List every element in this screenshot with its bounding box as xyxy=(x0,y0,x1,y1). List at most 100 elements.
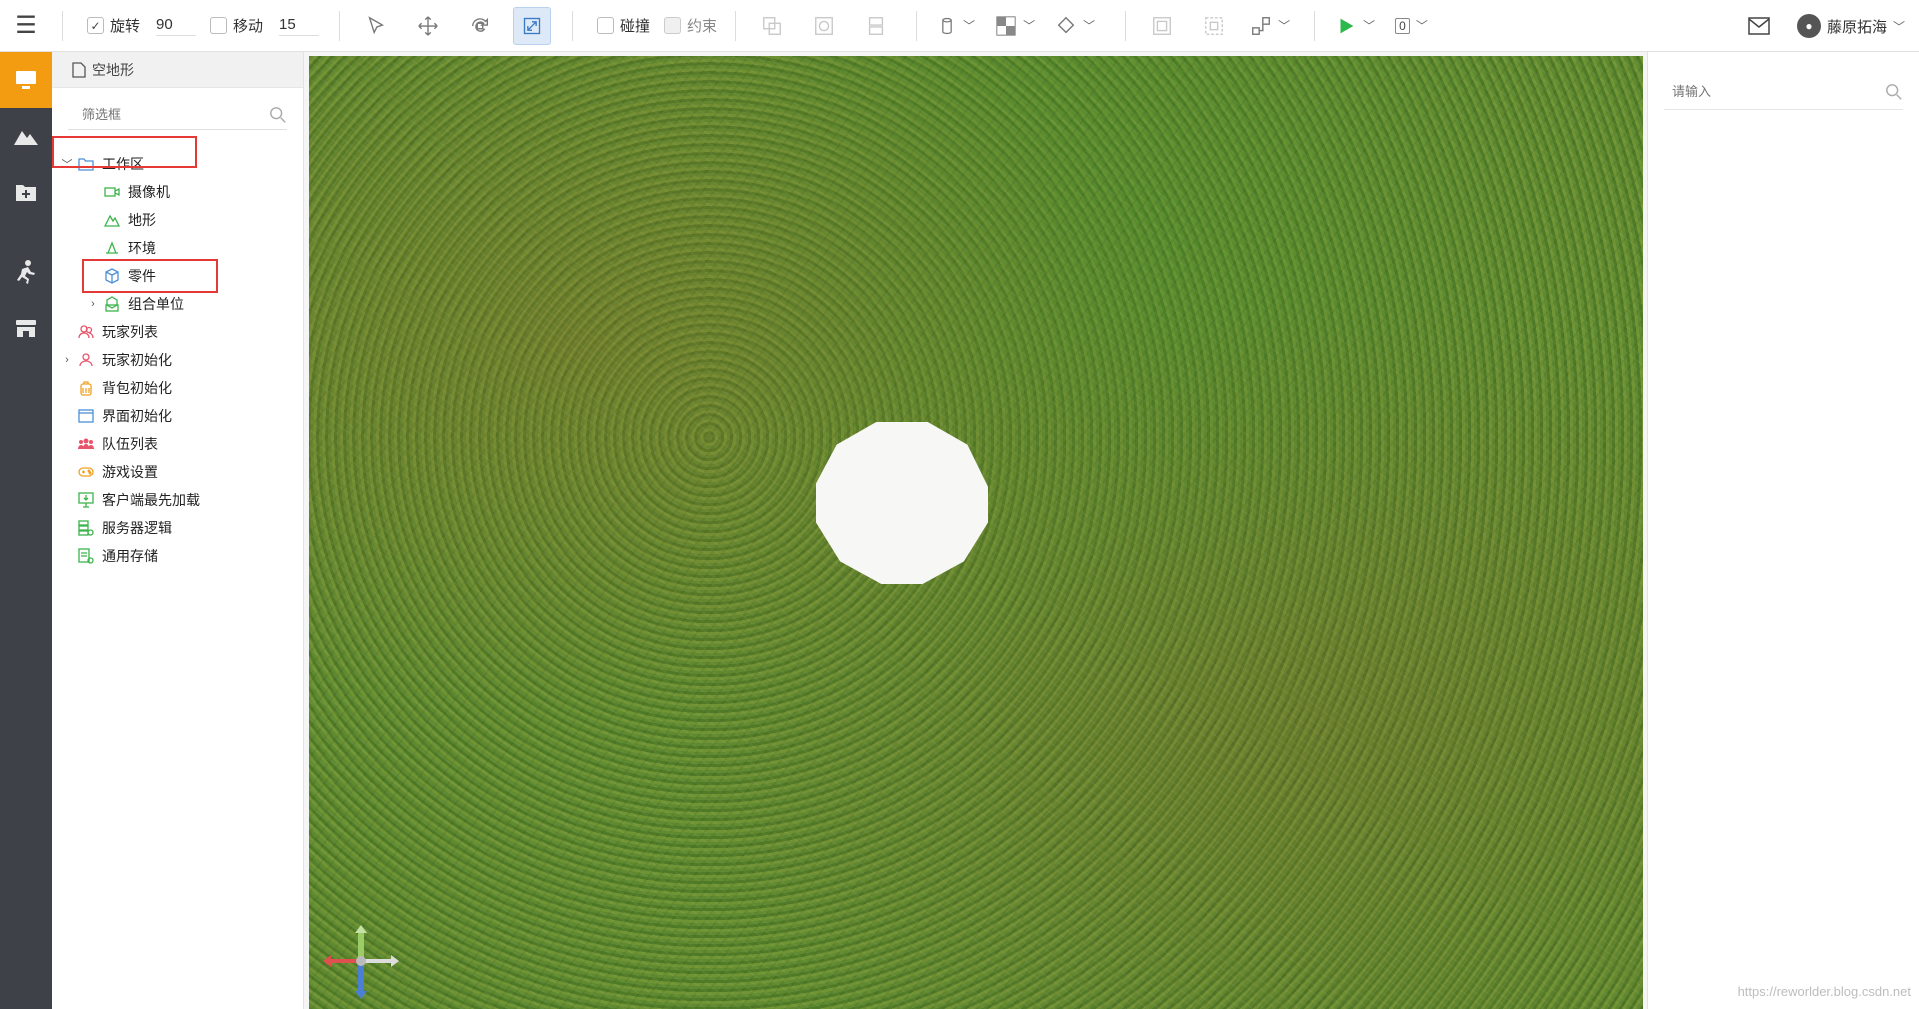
tree-node-backpack-init[interactable]: 背包初始化 xyxy=(52,374,303,402)
tree-node-server-logic[interactable]: 服务器逻辑 xyxy=(52,514,303,542)
mountain-icon xyxy=(14,131,38,145)
left-icon-bar xyxy=(0,52,52,1009)
cylinder-icon xyxy=(942,17,952,34)
toolbar-divider xyxy=(1125,10,1127,41)
rotate-snap-toggle[interactable]: ✓ 旋转 90 xyxy=(87,15,197,36)
select-tool-button[interactable] xyxy=(357,7,395,45)
chevron-down-icon: ﹀ xyxy=(1083,19,1096,33)
scale-tool-button[interactable] xyxy=(513,6,552,45)
move-tool-button[interactable] xyxy=(409,7,447,45)
file-icon xyxy=(72,61,86,78)
selected-part[interactable] xyxy=(816,422,988,584)
material-dropdown[interactable]: ﹀ xyxy=(995,15,1035,37)
tree-node-label: 界面初始化 xyxy=(102,408,172,424)
scene-viewport[interactable] xyxy=(309,56,1643,1009)
tree-node-label: 服务器逻辑 xyxy=(102,520,172,536)
chevron-down-icon[interactable]: ﹀ xyxy=(1893,18,1905,35)
collision-checkbox[interactable] xyxy=(597,17,615,34)
constraint-checkbox[interactable] xyxy=(664,17,682,34)
group-button[interactable] xyxy=(1143,7,1181,45)
storage-icon xyxy=(78,548,94,564)
terrain-nav-button[interactable] xyxy=(0,108,52,164)
toolbar-divider xyxy=(572,10,574,41)
tree-node-parts[interactable]: 零件 xyxy=(52,259,303,293)
tree-node-terrain[interactable]: 地形 xyxy=(52,206,303,234)
tree-node-label: 环境 xyxy=(128,240,156,256)
play-dropdown[interactable]: ﹀ xyxy=(1335,15,1375,37)
chevron-down-icon: ﹀ xyxy=(1278,19,1291,33)
chevron-right-icon[interactable]: › xyxy=(86,298,100,310)
collision-toggle[interactable]: 碰撞 xyxy=(597,15,650,36)
joint-dropdown[interactable]: ﹀ xyxy=(1250,15,1290,37)
search-icon[interactable] xyxy=(1885,83,1903,101)
menu-icon[interactable]: ☰ xyxy=(0,0,52,52)
part-type-dropdown[interactable]: ﹀ xyxy=(937,15,975,37)
tree-node-group-unit[interactable]: › 组合单位 xyxy=(52,290,303,318)
tree-node-common-storage[interactable]: 通用存储 xyxy=(52,542,303,570)
copy-button[interactable] xyxy=(753,7,791,45)
user-name[interactable]: 藤原拓海 xyxy=(1827,16,1887,37)
toolbar-divider xyxy=(62,10,63,41)
chevron-down-icon: ﹀ xyxy=(1415,19,1428,33)
tree-node-label: 游戏设置 xyxy=(102,464,158,480)
store-nav-button[interactable] xyxy=(0,300,52,356)
move-checkbox[interactable] xyxy=(210,17,228,34)
union-button[interactable] xyxy=(805,7,843,45)
explorer-title-bar: 空地形 xyxy=(52,52,303,88)
ungroup-icon xyxy=(1205,16,1224,35)
tree-node-game-settings[interactable]: 游戏设置 xyxy=(52,458,303,486)
filter-input[interactable] xyxy=(82,107,252,122)
explorer-tree: ﹀ 工作区 摄像机 地形 环境 零件 › 组合单位 玩家列表 › 玩家初始化 背… xyxy=(52,136,303,570)
animation-nav-button[interactable] xyxy=(0,244,52,300)
rotate-tool-button[interactable] xyxy=(461,7,499,45)
tree-node-player-init[interactable]: › 玩家初始化 xyxy=(52,346,303,374)
color-dropdown[interactable]: ﹀ xyxy=(1055,15,1095,37)
constraint-label: 约束 xyxy=(687,18,718,35)
top-toolbar: ☰ ✓ 旋转 90 移动 15 碰撞 约束 ﹀ ﹀ ﹀ ﹀ ﹀ 0 ﹀ ● 藤原… xyxy=(0,0,1919,52)
player-count-dropdown[interactable]: 0 ﹀ xyxy=(1395,17,1428,34)
move-snap-toggle[interactable]: 移动 15 xyxy=(210,15,320,36)
avatar[interactable]: ● xyxy=(1796,14,1821,38)
chevron-down-icon: ﹀ xyxy=(1363,19,1376,33)
tree-node-camera[interactable]: 摄像机 xyxy=(52,178,303,206)
separate-button[interactable] xyxy=(857,7,895,45)
highlight-box xyxy=(82,259,218,293)
move-value-input[interactable]: 15 xyxy=(279,16,320,36)
mail-icon[interactable] xyxy=(1747,16,1771,36)
play-icon xyxy=(1340,18,1354,33)
ungroup-button[interactable] xyxy=(1195,7,1233,45)
filter-box[interactable] xyxy=(68,100,287,130)
tree-node-workspace[interactable]: ﹀ 工作区 xyxy=(52,136,303,178)
tree-node-ui-init[interactable]: 界面初始化 xyxy=(52,402,303,430)
union-icon xyxy=(815,16,833,35)
property-search-box[interactable] xyxy=(1664,74,1903,110)
constraint-toggle[interactable]: 约束 xyxy=(664,15,717,36)
material-checker-icon xyxy=(996,15,1016,36)
joint-icon xyxy=(1252,16,1271,35)
properties-panel xyxy=(1647,52,1919,1009)
import-nav-button[interactable] xyxy=(0,164,52,220)
rotate-value-input[interactable]: 90 xyxy=(156,16,197,36)
toolbar-divider xyxy=(1314,10,1316,41)
tree-node-team-list[interactable]: 队伍列表 xyxy=(52,430,303,458)
tree-node-client-first-load[interactable]: 客户端最先加载 xyxy=(52,486,303,514)
tree-node-label: 客户端最先加载 xyxy=(102,492,200,508)
chevron-right-icon[interactable]: › xyxy=(60,354,74,366)
axis-gizmo-icon[interactable] xyxy=(321,921,401,1001)
chevron-down-icon: ﹀ xyxy=(1023,19,1036,33)
tree-node-label: 玩家列表 xyxy=(102,324,158,340)
group-icon xyxy=(1153,16,1172,35)
tree-node-player-list[interactable]: 玩家列表 xyxy=(52,318,303,346)
property-search-input[interactable] xyxy=(1672,84,1872,99)
rotate-label: 旋转 xyxy=(110,18,141,35)
tree-node-label: 队伍列表 xyxy=(102,436,158,452)
toolbar-divider xyxy=(916,10,918,41)
explorer-nav-button[interactable] xyxy=(0,52,52,108)
search-icon[interactable] xyxy=(269,106,287,124)
explorer-panel: 空地形 ﹀ 工作区 摄像机 地形 环境 零件 › xyxy=(52,52,304,1009)
scene-name: 空地形 xyxy=(92,61,134,78)
running-figure-icon xyxy=(17,260,35,284)
tree-node-environment[interactable]: 环境 xyxy=(52,234,303,262)
tree-node-label: 玩家初始化 xyxy=(102,352,172,368)
rotate-checkbox[interactable]: ✓ xyxy=(87,17,104,34)
